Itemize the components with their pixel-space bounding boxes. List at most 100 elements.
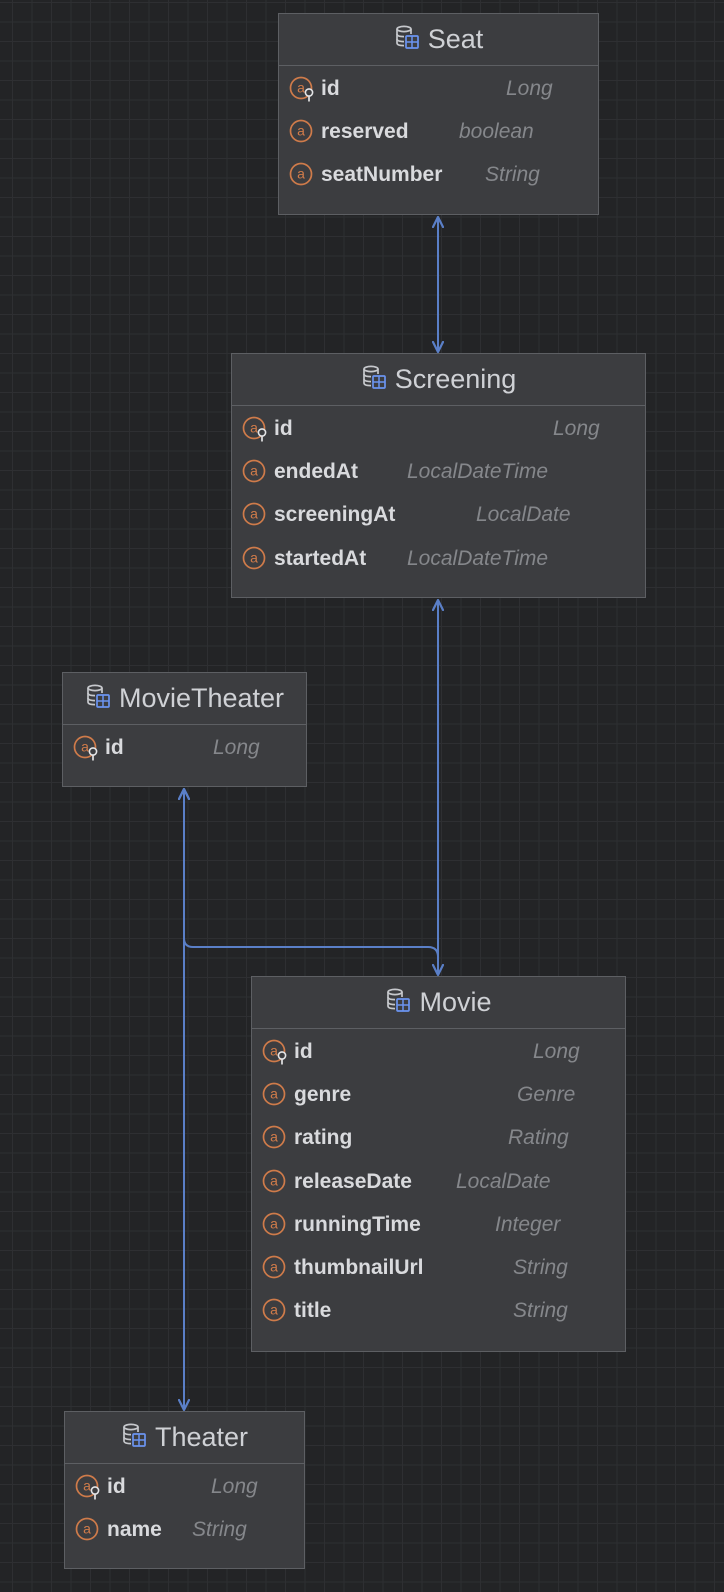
field-row[interactable]: a seatNumber String (279, 154, 598, 197)
field-name: releaseDate (294, 1169, 412, 1193)
attribute-icon: a (262, 1125, 288, 1151)
database-table-icon (121, 1422, 147, 1453)
svg-text:a: a (250, 419, 258, 435)
field-type: Rating (508, 1126, 569, 1150)
field-row[interactable]: a runningTime Integer (252, 1203, 625, 1246)
entity-title: Screening (394, 364, 517, 394)
svg-text:a: a (270, 1302, 278, 1318)
field-type: String (485, 163, 540, 187)
entity-title: Theater (154, 1422, 249, 1452)
entity-title: MovieTheater (118, 683, 285, 713)
field-row[interactable]: a id Long (65, 1465, 304, 1508)
attribute-icon: a (242, 502, 268, 528)
database-table-icon (85, 683, 111, 714)
svg-text:a: a (250, 549, 258, 565)
attribute-icon: a (242, 546, 268, 572)
entity-title: Movie (419, 987, 492, 1017)
svg-text:a: a (297, 122, 305, 138)
field-row[interactable]: a id Long (279, 67, 598, 110)
field-name: rating (294, 1126, 353, 1150)
entity-title: Seat (427, 24, 484, 54)
svg-text:a: a (81, 738, 89, 754)
entity-header: Screening (232, 354, 645, 406)
field-row[interactable]: a endedAt LocalDateTime (232, 450, 645, 493)
database-table-icon (394, 24, 420, 55)
field-name: id (105, 735, 124, 759)
field-name: title (294, 1299, 332, 1323)
entity-seat[interactable]: Seat a id Long a reserved boolean a seat… (278, 13, 599, 215)
field-list: a id Long a endedAt LocalDateTime a scre… (232, 406, 645, 580)
database-table-icon (361, 364, 387, 395)
attribute-icon: a (289, 119, 315, 145)
field-type: Long (211, 1474, 258, 1498)
svg-text:a: a (270, 1215, 278, 1231)
relationship-connectors (0, 0, 724, 1592)
entity-theater[interactable]: Theater a id Long a name String (64, 1411, 305, 1569)
primary-key-icon: a (289, 76, 315, 102)
field-type: LocalDateTime (407, 459, 549, 483)
entity-header: Seat (279, 14, 598, 66)
attribute-icon: a (262, 1255, 288, 1281)
field-type: String (513, 1256, 568, 1280)
field-list: a id Long a name String (65, 1464, 304, 1552)
primary-key-icon: a (75, 1474, 101, 1500)
field-type: String (192, 1517, 247, 1541)
entity-screening[interactable]: Screening a id Long a endedAt LocalDateT… (231, 353, 646, 598)
svg-text:a: a (270, 1129, 278, 1145)
field-name: reserved (321, 119, 409, 143)
entity-movie-theater[interactable]: MovieTheater a id Long (62, 672, 307, 787)
field-row[interactable]: a id Long (232, 407, 645, 450)
database-table-icon (385, 987, 411, 1018)
attribute-icon: a (262, 1298, 288, 1324)
field-name: runningTime (294, 1212, 421, 1236)
field-name: screeningAt (274, 503, 396, 527)
field-row[interactable]: a screeningAt LocalDate (232, 494, 645, 537)
entity-header: Movie (252, 977, 625, 1029)
entity-movie[interactable]: Movie a id Long a genre Genre a rating R… (251, 976, 626, 1352)
svg-text:a: a (83, 1520, 91, 1536)
attribute-icon: a (289, 162, 315, 188)
svg-text:a: a (83, 1477, 91, 1493)
field-name: genre (294, 1082, 352, 1106)
primary-key-icon: a (262, 1039, 288, 1065)
field-row[interactable]: a startedAt LocalDateTime (232, 537, 645, 580)
svg-text:a: a (297, 166, 305, 182)
field-list: a id Long a genre Genre a rating Rating … (252, 1029, 625, 1333)
field-type: LocalDate (456, 1169, 551, 1193)
entity-header: Theater (65, 1412, 304, 1464)
field-type: Long (553, 416, 600, 440)
field-row[interactable]: a id Long (252, 1030, 625, 1073)
field-row[interactable]: a title String (252, 1290, 625, 1333)
field-name: startedAt (274, 546, 367, 570)
field-name: id (294, 1039, 313, 1063)
connector-movietheater-movie[interactable] (184, 789, 439, 958)
field-type: LocalDateTime (407, 546, 549, 570)
field-list: a id Long (63, 725, 306, 769)
field-list: a id Long a reserved boolean a seatNumbe… (279, 66, 598, 197)
field-name: name (107, 1517, 162, 1541)
field-name: seatNumber (321, 163, 443, 187)
field-row[interactable]: a rating Rating (252, 1117, 625, 1160)
field-row[interactable]: a thumbnailUrl String (252, 1246, 625, 1289)
field-name: id (321, 76, 340, 100)
attribute-icon: a (75, 1517, 101, 1543)
svg-text:a: a (250, 506, 258, 522)
field-name: id (274, 416, 293, 440)
field-row[interactable]: a name String (65, 1508, 304, 1551)
field-row[interactable]: a id Long (63, 726, 306, 769)
field-row[interactable]: a genre Genre (252, 1073, 625, 1116)
field-type: Long (213, 735, 260, 759)
field-type: boolean (459, 119, 534, 143)
field-name: endedAt (274, 459, 358, 483)
field-type: String (513, 1299, 568, 1323)
field-name: id (107, 1474, 126, 1498)
field-row[interactable]: a releaseDate LocalDate (252, 1160, 625, 1203)
primary-key-icon: a (242, 416, 268, 442)
attribute-icon: a (262, 1082, 288, 1108)
attribute-icon: a (242, 459, 268, 485)
field-type: Integer (495, 1212, 561, 1236)
field-row[interactable]: a reserved boolean (279, 110, 598, 153)
svg-text:a: a (250, 462, 258, 478)
attribute-icon: a (262, 1169, 288, 1195)
field-name: thumbnailUrl (294, 1256, 424, 1280)
